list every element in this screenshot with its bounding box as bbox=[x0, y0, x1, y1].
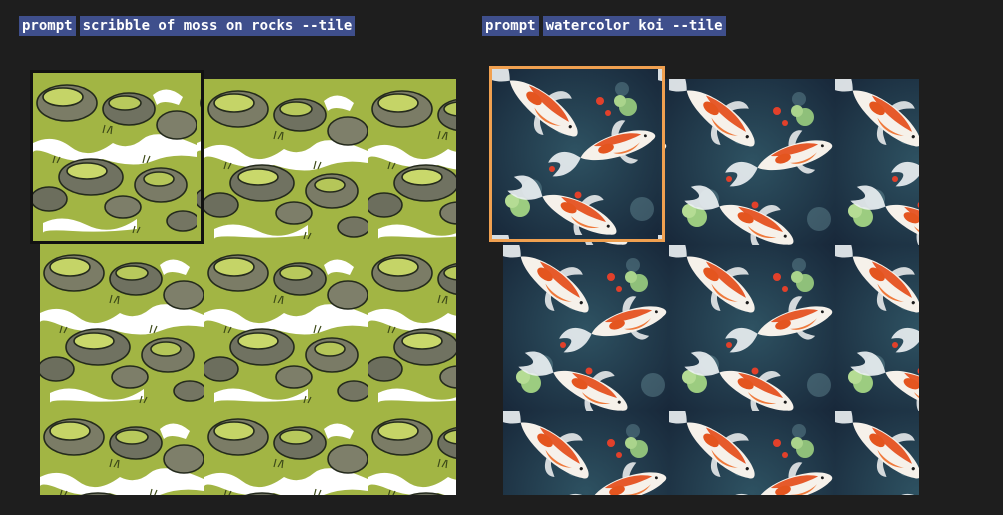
moss-prompt-text: scribble of moss on rocks --tile bbox=[79, 16, 356, 36]
moss-single-tile bbox=[30, 70, 204, 244]
koi-prompt-text: watercolor koi --tile bbox=[542, 16, 726, 36]
moss-prompt-bar: prompt scribble of moss on rocks --tile bbox=[19, 16, 356, 36]
koi-single-tile bbox=[489, 66, 665, 242]
koi-prompt-bar: prompt watercolor koi --tile bbox=[482, 16, 726, 36]
moss-prompt-chip: prompt bbox=[19, 16, 76, 36]
koi-prompt-chip: prompt bbox=[482, 16, 539, 36]
